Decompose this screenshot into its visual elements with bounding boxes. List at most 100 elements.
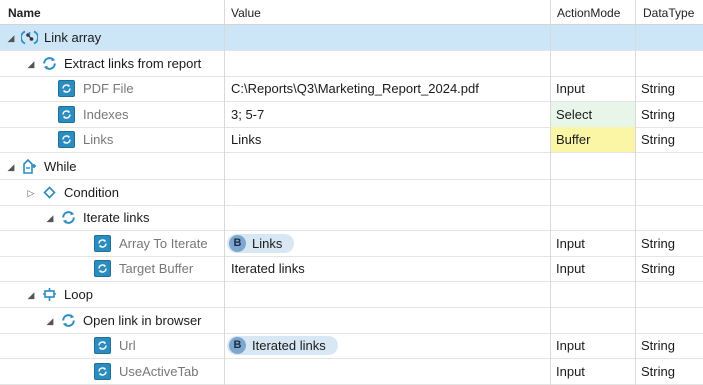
value-cell[interactable] xyxy=(225,154,550,179)
value-cell[interactable]: B Iterated links xyxy=(225,333,550,358)
value-text xyxy=(225,185,231,200)
name-cell[interactable]: PDF File xyxy=(0,76,224,101)
tree-row[interactable]: Links Links Buffer String xyxy=(0,127,703,154)
action-mode-cell[interactable] xyxy=(551,25,635,50)
name-cell[interactable]: ◢ Open link in browser xyxy=(0,308,224,333)
property-icon xyxy=(94,337,111,355)
tree-row[interactable]: ◢ Extract links from report xyxy=(0,51,703,77)
name-cell[interactable]: Url xyxy=(0,333,224,358)
action-mode-cell[interactable] xyxy=(551,282,635,307)
name-cell[interactable]: Indexes xyxy=(0,102,224,127)
action-mode-cell[interactable]: Input xyxy=(551,231,635,256)
property-icon xyxy=(94,260,111,278)
data-type-cell xyxy=(636,154,703,179)
data-type-cell xyxy=(636,282,703,307)
tree-row[interactable]: Array To Iterate B Links Input String xyxy=(0,231,703,257)
header-data-type[interactable]: DataType xyxy=(643,0,701,24)
column-divider xyxy=(224,0,225,385)
tree-row[interactable]: ▷ Condition xyxy=(0,180,703,206)
name-cell[interactable]: Links xyxy=(0,127,224,152)
value-cell[interactable]: Iterated links xyxy=(225,256,550,281)
action-mode-cell[interactable]: Input xyxy=(551,256,635,281)
tree-row[interactable]: PDF File C:\Reports\Q3\Marketing_Report_2… xyxy=(0,76,703,103)
data-type-cell: String xyxy=(641,81,675,97)
column-divider xyxy=(550,0,551,385)
data-type-cell xyxy=(636,308,703,333)
action-mode-cell[interactable]: Input xyxy=(551,333,635,358)
link-array-icon xyxy=(21,29,38,46)
collapse-arrow-icon[interactable]: ◢ xyxy=(6,25,16,50)
action-mode-cell[interactable]: Select xyxy=(551,101,635,127)
tree-row[interactable]: ◢ Loop xyxy=(0,282,703,308)
name-cell[interactable]: Target Buffer xyxy=(0,256,224,281)
value-cell[interactable] xyxy=(225,282,550,307)
tree-row[interactable]: ◢ Iterate links xyxy=(0,205,703,232)
value-cell[interactable] xyxy=(225,205,550,230)
value-cell[interactable] xyxy=(225,51,550,76)
value-text xyxy=(225,56,231,71)
value-cell[interactable]: C:\Reports\Q3\Marketing_Report_2024.pdf xyxy=(225,76,550,101)
tree-row[interactable]: Indexes 3; 5-7 Select String xyxy=(0,101,703,128)
value-text: Links xyxy=(231,132,262,148)
row-label: Condition xyxy=(64,184,119,200)
tree-row[interactable]: ◢ While xyxy=(0,154,703,180)
action-mode-cell[interactable]: Input xyxy=(551,76,635,101)
collapse-arrow-icon[interactable]: ◢ xyxy=(26,282,36,307)
value-cell[interactable]: 3; 5-7 xyxy=(225,102,550,127)
collapse-arrow-icon[interactable]: ◢ xyxy=(45,205,55,230)
buffer-reference-pill[interactable]: B Links xyxy=(227,233,295,253)
collapse-arrow-icon[interactable]: ◢ xyxy=(45,308,55,333)
value-cell[interactable]: Links xyxy=(225,127,550,152)
name-cell[interactable]: ◢ Iterate links xyxy=(0,205,224,230)
value-text: Iterated links xyxy=(252,338,326,354)
header-name[interactable]: Name xyxy=(8,0,223,24)
action-mode-cell[interactable] xyxy=(551,205,635,230)
expand-arrow-icon[interactable]: ▷ xyxy=(26,180,36,205)
header-action-mode[interactable]: ActionMode xyxy=(557,0,635,24)
name-cell[interactable]: ◢ Link array xyxy=(0,25,224,50)
property-icon xyxy=(94,234,111,252)
collapse-arrow-icon[interactable]: ◢ xyxy=(6,154,16,179)
action-mode-cell[interactable]: Buffer xyxy=(551,127,635,153)
buffer-badge-icon: B xyxy=(229,337,246,355)
row-label: Open link in browser xyxy=(83,312,202,328)
value-cell[interactable] xyxy=(225,25,550,50)
action-mode-cell[interactable] xyxy=(551,154,635,179)
tree-row[interactable]: ◢ Link array xyxy=(0,25,703,51)
diamond-icon xyxy=(41,184,58,201)
header-value[interactable]: Value xyxy=(231,0,549,24)
name-cell[interactable]: ◢ While xyxy=(0,154,224,179)
value-text xyxy=(225,210,231,225)
value-text xyxy=(225,159,231,174)
value-cell[interactable]: B Links xyxy=(225,231,550,256)
action-mode-cell[interactable] xyxy=(551,51,635,76)
property-icon xyxy=(58,131,75,149)
name-cell[interactable]: Array To Iterate xyxy=(0,231,224,256)
collapse-arrow-icon[interactable]: ◢ xyxy=(26,51,36,76)
data-type-cell xyxy=(636,205,703,230)
data-type-cell: String xyxy=(641,261,675,277)
tree-row[interactable]: Url B Iterated links Input String xyxy=(0,333,703,360)
row-label: While xyxy=(44,159,77,174)
row-label: Extract links from report xyxy=(64,55,202,71)
action-mode-cell[interactable]: Input xyxy=(551,359,635,384)
row-label: Array To Iterate xyxy=(119,235,208,251)
action-mode-cell[interactable] xyxy=(551,308,635,333)
tree-row[interactable]: Target Buffer Iterated links Input String xyxy=(0,256,703,283)
data-type-cell: String xyxy=(641,363,675,379)
buffer-reference-pill[interactable]: B Iterated links xyxy=(227,336,338,356)
name-cell[interactable]: ◢ Loop xyxy=(0,282,224,307)
tree-row[interactable]: ◢ Open link in browser xyxy=(0,308,703,334)
name-cell[interactable]: UseActiveTab xyxy=(0,359,224,384)
value-cell[interactable] xyxy=(225,180,550,205)
row-label: Url xyxy=(119,338,136,354)
value-cell[interactable] xyxy=(225,308,550,333)
action-mode-cell[interactable] xyxy=(551,180,635,205)
row-label: Iterate links xyxy=(83,210,150,226)
refresh-icon xyxy=(41,55,58,72)
tree-row[interactable]: UseActiveTab Input String xyxy=(0,359,703,385)
buffer-badge-icon: B xyxy=(229,234,246,252)
name-cell[interactable]: ▷ Condition xyxy=(0,180,224,205)
value-cell[interactable] xyxy=(225,359,550,384)
name-cell[interactable]: ◢ Extract links from report xyxy=(0,51,224,76)
